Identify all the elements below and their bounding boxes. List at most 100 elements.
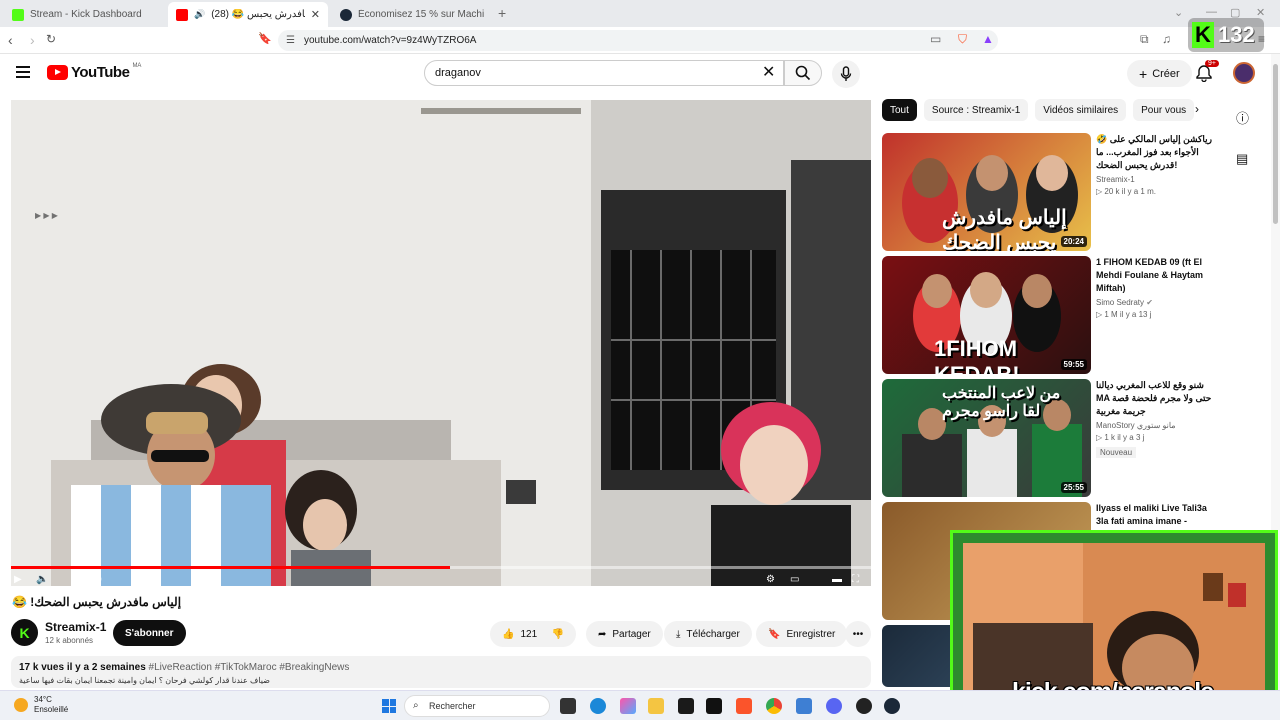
description-text: ضياف عندنا قدار كولشي فرحان ؟ ايمان وامي… — [19, 676, 270, 685]
microphone-icon — [840, 66, 852, 81]
discord-icon[interactable] — [826, 698, 842, 714]
video-thumbnail[interactable]: 1FIHOM KEDAB! 59:55 — [882, 256, 1091, 374]
cast-icon[interactable]: ▭ — [930, 32, 941, 46]
forward-icon[interactable]: › — [30, 32, 35, 48]
notifications-button[interactable]: 9+ — [1196, 60, 1219, 83]
minimize-icon[interactable]: — — [1206, 6, 1217, 18]
site-info-icon[interactable]: ☰ — [286, 35, 295, 46]
hamburger-menu-icon[interactable] — [16, 66, 30, 78]
chip-for-you[interactable]: Pour vous — [1133, 99, 1195, 121]
taskbar-search[interactable]: ⌕ Rechercher — [404, 695, 550, 717]
chevron-right-icon[interactable]: › — [1195, 102, 1199, 116]
save-button[interactable]: 🔖 Enregistrer — [756, 621, 848, 647]
edge-icon[interactable] — [590, 698, 606, 714]
time-display: 7:00 — [86, 575, 102, 584]
tab-kick-dashboard[interactable]: Stream - Kick Dashboard — [4, 2, 166, 27]
browser-tabstrip: Stream - Kick Dashboard 🔊 (28) 😂 إلياس م… — [0, 0, 1280, 27]
kick-viewer-badge: K 132 — [1188, 18, 1264, 52]
search-input[interactable]: draganov — [424, 60, 784, 86]
reload-icon[interactable]: ↻ — [46, 32, 56, 46]
info-icon[interactable]: ⓘ — [1236, 108, 1249, 127]
thumbnail-text: من لاعب المنتخب لقا راسو مجرم — [942, 385, 1061, 420]
media-icon[interactable]: ♫ — [1162, 32, 1171, 46]
more-icon: ••• — [852, 628, 864, 640]
youtube-logo[interactable]: YouTube MA — [47, 63, 141, 81]
weather-widget[interactable]: 34°C Ensoleillé — [14, 695, 68, 715]
sun-icon — [14, 698, 28, 712]
app-icon[interactable] — [706, 698, 722, 714]
video-thumbnail[interactable]: من لاعب المنتخب لقا راسو مجرم 25:55 — [882, 379, 1091, 497]
voice-search-button[interactable] — [832, 60, 860, 88]
list-item[interactable]: من لاعب المنتخب لقا راسو مجرم 25:55 شنو … — [882, 379, 1212, 497]
task-view-icon[interactable] — [560, 698, 576, 714]
subscribe-button[interactable]: S'abonner — [113, 620, 186, 646]
rec-title: 🤣 رياكشن إلياس المالكي على الأجواء بعد ف… — [1096, 134, 1212, 170]
more-actions-button[interactable]: ••• — [845, 621, 871, 647]
copilot-icon[interactable] — [620, 698, 636, 714]
create-button[interactable]: + Créer — [1127, 60, 1192, 87]
download-button[interactable]: ⤓ Télécharger — [664, 621, 752, 647]
chat-icon[interactable]: ▤ — [1236, 151, 1248, 167]
theater-icon[interactable]: ▬ — [832, 574, 842, 585]
like-dislike-group: 👍 121 👎 — [490, 621, 576, 647]
obs-icon[interactable] — [856, 698, 872, 714]
extensions-icon[interactable]: ⧉ — [1140, 32, 1149, 47]
bookmark-icon[interactable]: 🔖 — [258, 32, 272, 45]
tab-title: (28) 😂 إلياس مافدرش يحبس — [211, 9, 305, 20]
browser-toolbar: ‹ › ↻ 🔖 ☰ youtube.com/watch?v=9z4WyTZRO6… — [0, 27, 1280, 54]
play-icon[interactable]: ▶ — [14, 574, 22, 585]
address-bar[interactable]: ☰ youtube.com/watch?v=9z4WyTZRO6A — [278, 30, 998, 51]
brave-icon[interactable] — [736, 698, 752, 714]
tab-steam[interactable]: Économisez 15 % sur Machine Party — [332, 2, 492, 27]
list-item[interactable]: 1FIHOM KEDAB! 59:55 1 FIHOM KEDAB 09 (ft… — [882, 256, 1212, 374]
thumbs-down-icon[interactable]: 👎 — [552, 629, 564, 640]
rewards-icon[interactable]: ▲ — [982, 32, 994, 46]
description-box[interactable]: 17 k vues il y a 2 semaines #LiveReactio… — [11, 656, 871, 688]
fullscreen-icon[interactable]: ⛶ — [852, 574, 859, 585]
save-label: Enregistrer — [786, 628, 836, 640]
settings-icon[interactable]: ⚙ — [766, 574, 775, 585]
speaker-icon[interactable]: 🔊 — [194, 9, 205, 20]
video-thumbnail[interactable]: إلياس مافدرش يحبس الضحك 20:24 — [882, 133, 1091, 251]
scrollbar-thumb[interactable] — [1273, 64, 1278, 224]
rec-meta: ▷ 20 k il y a 1 m. — [1096, 187, 1156, 196]
close-tab-icon[interactable]: ✕ — [311, 8, 320, 21]
chip-similar[interactable]: Vidéos similaires — [1035, 99, 1127, 121]
channel-name[interactable]: Streamix-1 — [45, 620, 106, 634]
kick-logo-icon: K — [1192, 22, 1214, 48]
notification-badge: 9+ — [1205, 60, 1219, 67]
share-button[interactable]: ➦ Partager — [586, 621, 663, 647]
video-progress-bar[interactable] — [11, 566, 871, 569]
volume-icon[interactable]: 🔈 — [36, 574, 48, 585]
brave-shield-icon[interactable]: ⛉ — [958, 32, 967, 47]
store-icon[interactable] — [678, 698, 694, 714]
duration-badge: 59:55 — [1060, 359, 1087, 370]
like-button[interactable]: 👍 121 — [502, 629, 537, 640]
clear-search-icon[interactable]: ✕ — [762, 62, 775, 82]
chip-source[interactable]: Source : Streamix-1 — [923, 99, 1029, 121]
app-icon[interactable] — [796, 698, 812, 714]
back-icon[interactable]: ‹ — [8, 32, 13, 48]
new-tab-icon[interactable]: + — [498, 5, 506, 21]
windows-start-icon[interactable] — [382, 699, 396, 713]
channel-avatar[interactable]: K — [11, 619, 38, 646]
steam-icon[interactable] — [884, 698, 900, 714]
search-button[interactable] — [784, 60, 822, 86]
progress-fill — [11, 566, 450, 569]
chip-all[interactable]: Tout — [882, 99, 917, 121]
tab-youtube-video[interactable]: 🔊 (28) 😂 إلياس مافدرش يحبس ✕ — [168, 2, 328, 27]
duration-badge: 20:24 — [1060, 236, 1087, 247]
chevron-down-icon[interactable]: ⌄ — [1174, 6, 1183, 19]
save-icon: 🔖 — [768, 628, 781, 640]
chrome-icon[interactable] — [766, 698, 782, 714]
kick-favicon-icon — [12, 8, 24, 21]
avatar[interactable] — [1233, 62, 1255, 84]
rec-channel: ManoStory مانو ستوري — [1096, 421, 1176, 430]
miniplayer-icon[interactable]: ▭ — [790, 574, 799, 585]
hashtags[interactable]: #LiveReaction #TikTokMaroc #BreakingNews — [149, 662, 350, 673]
file-explorer-icon[interactable] — [648, 698, 664, 714]
list-item[interactable]: إلياس مافدرش يحبس الضحك 20:24 🤣 رياكشن إ… — [882, 133, 1212, 251]
video-player[interactable]: ▶ ▶ ▶ — [11, 100, 871, 586]
viewer-count: 132 — [1218, 22, 1255, 47]
rec-title: Ilyass el maliki Live Tali3a 3la fati am… — [1096, 503, 1207, 526]
